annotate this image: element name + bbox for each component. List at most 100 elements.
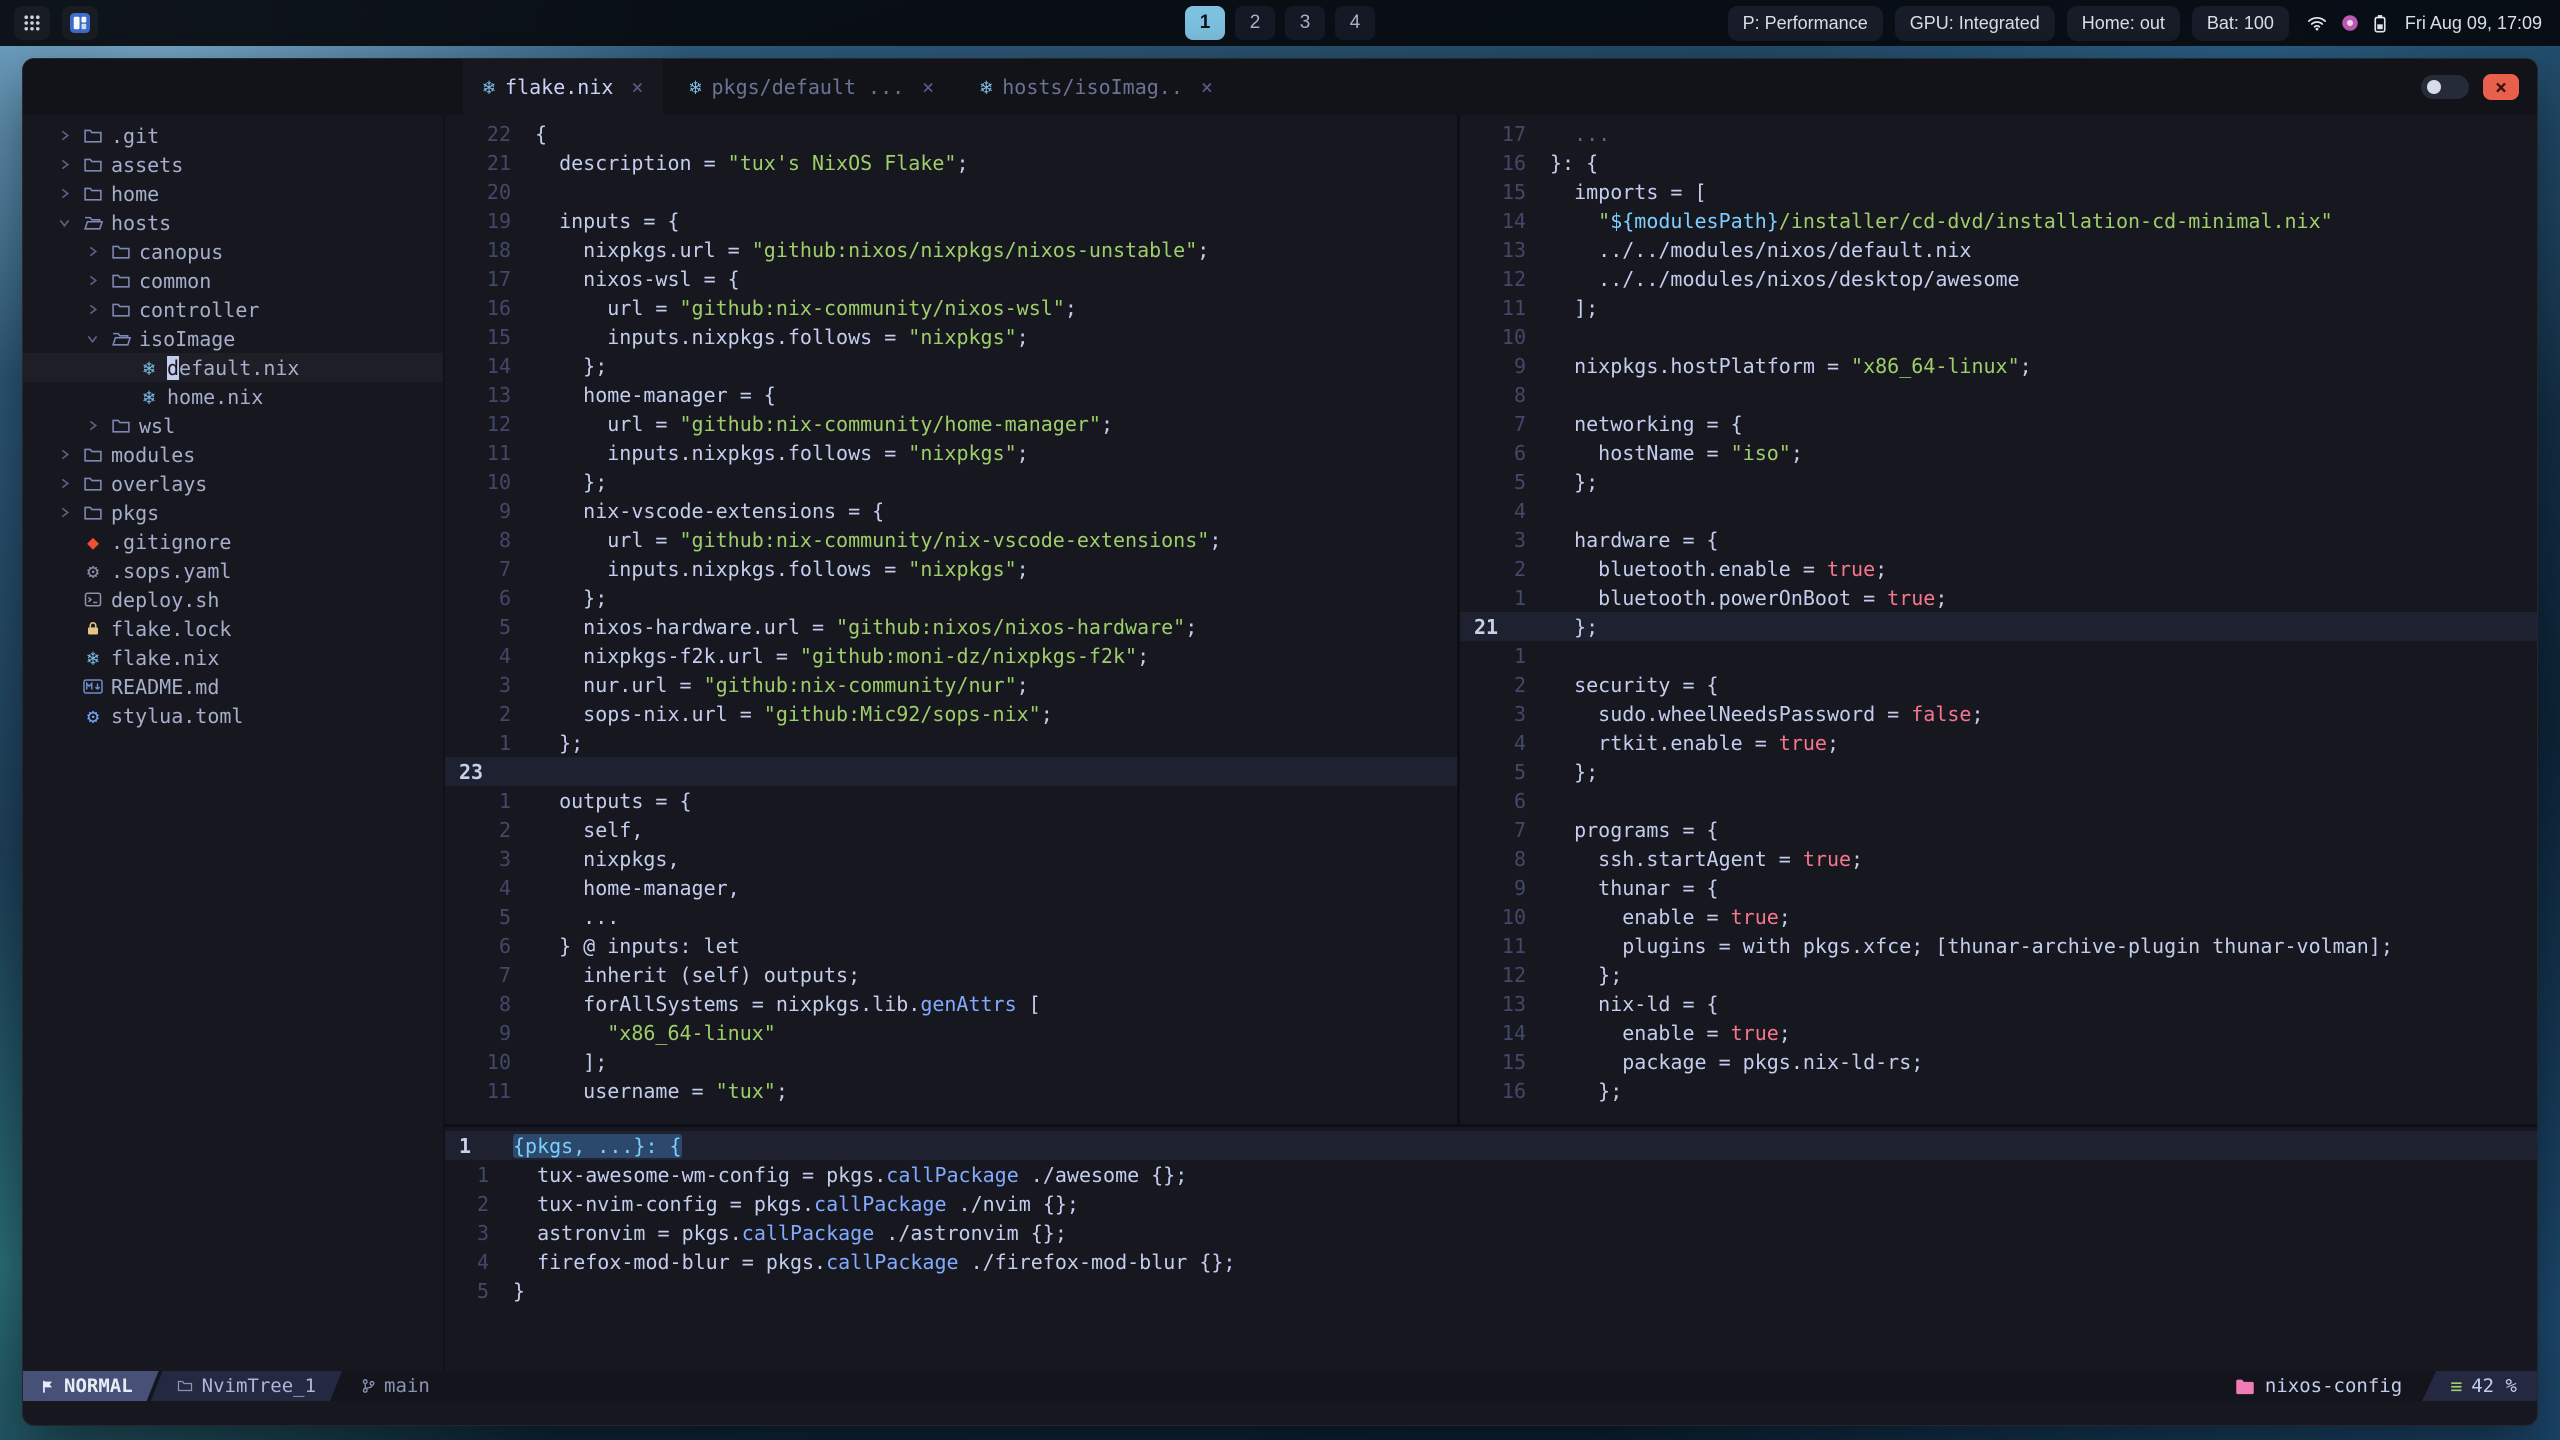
code-line[interactable]: 10 enable = true; (1460, 902, 2537, 931)
code-line[interactable]: 4 home-manager, (445, 873, 1457, 902)
code-line[interactable]: 5} (445, 1276, 2537, 1305)
code-line[interactable]: 2 bluetooth.enable = true; (1460, 554, 2537, 583)
tree-dir-common[interactable]: common (23, 266, 443, 295)
code-line[interactable]: 3 hardware = { (1460, 525, 2537, 554)
code-line[interactable]: 21 }; (1460, 612, 2537, 641)
tree-file-home.nix[interactable]: ❄ home.nix (23, 382, 443, 411)
code-line[interactable]: 2 sops-nix.url = "github:Mic92/sops-nix"… (445, 699, 1457, 728)
git-branch[interactable]: main (362, 1371, 430, 1401)
code-line[interactable]: 3 astronvim = pkgs.callPackage ./astronv… (445, 1218, 2537, 1247)
tree-file-default.nix[interactable]: ❄ default.nix (23, 353, 443, 382)
layout-indicator-button[interactable] (62, 6, 98, 40)
code-line[interactable]: 9 nix-vscode-extensions = { (445, 496, 1457, 525)
code-line[interactable]: 19 inputs = { (445, 206, 1457, 235)
code-line[interactable]: 6 (1460, 786, 2537, 815)
workspace-button-3[interactable]: 3 (1285, 6, 1325, 40)
code-line[interactable]: 4 (1460, 496, 2537, 525)
code-line[interactable]: 8 ssh.startAgent = true; (1460, 844, 2537, 873)
code-line[interactable]: 6 hostName = "iso"; (1460, 438, 2537, 467)
code-line[interactable]: 6 } @ inputs: let (445, 931, 1457, 960)
workspace-button-4[interactable]: 4 (1335, 6, 1375, 40)
tree-dir-.git[interactable]: .git (23, 121, 443, 150)
code-line[interactable]: 3 sudo.wheelNeedsPassword = false; (1460, 699, 2537, 728)
tree-dir-hosts[interactable]: hosts (23, 208, 443, 237)
code-line[interactable]: 22 { (445, 119, 1457, 148)
tree-file-flake.lock[interactable]: flake.lock (23, 614, 443, 643)
tab-pkgs-default-[interactable]: ❄ pkgs/default ... × (669, 59, 954, 115)
code-line[interactable]: 10 }; (445, 467, 1457, 496)
code-line[interactable]: 23 (445, 757, 1457, 786)
tree-file-.sops.yaml[interactable]: ⚙ .sops.yaml (23, 556, 443, 585)
code-line[interactable]: 1 }; (445, 728, 1457, 757)
code-line[interactable]: 4 nixpkgs-f2k.url = "github:moni-dz/nixp… (445, 641, 1457, 670)
code-line[interactable]: 8 (1460, 380, 2537, 409)
tree-dir-pkgs[interactable]: pkgs (23, 498, 443, 527)
code-line[interactable]: 9 nixpkgs.hostPlatform = "x86_64-linux"; (1460, 351, 2537, 380)
code-line[interactable]: 16 }; (1460, 1076, 2537, 1105)
code-line[interactable]: 9 thunar = { (1460, 873, 2537, 902)
tab-close-icon[interactable]: × (1201, 75, 1213, 99)
code-line[interactable]: 5 }; (1460, 467, 2537, 496)
code-line[interactable]: 7 networking = { (1460, 409, 2537, 438)
code-line[interactable]: 3 nur.url = "github:nix-community/nur"; (445, 670, 1457, 699)
code-line[interactable]: 16 url = "github:nix-community/nixos-wsl… (445, 293, 1457, 322)
code-line[interactable]: 1 tux-awesome-wm-config = pkgs.callPacka… (445, 1160, 2537, 1189)
code-line[interactable]: 20 (445, 177, 1457, 206)
workspace-button-2[interactable]: 2 (1235, 6, 1275, 40)
code-line[interactable]: 13 home-manager = { (445, 380, 1457, 409)
tree-dir-canopus[interactable]: canopus (23, 237, 443, 266)
code-line[interactable]: 13 nix-ld = { (1460, 989, 2537, 1018)
code-line[interactable]: 8 forAllSystems = nixpkgs.lib.genAttrs [ (445, 989, 1457, 1018)
code-line[interactable]: 2 security = { (1460, 670, 2537, 699)
tree-file-readme.md[interactable]: README.md (23, 672, 443, 701)
app-launcher-button[interactable] (14, 6, 50, 40)
tree-dir-controller[interactable]: controller (23, 295, 443, 324)
code-line[interactable]: 2 self, (445, 815, 1457, 844)
code-line[interactable]: 12 url = "github:nix-community/home-mana… (445, 409, 1457, 438)
wifi-icon[interactable] (2307, 15, 2327, 31)
code-line[interactable]: 1 bluetooth.powerOnBoot = true; (1460, 583, 2537, 612)
tree-file-.gitignore[interactable]: ◆ .gitignore (23, 527, 443, 556)
code-line[interactable]: 15 inputs.nixpkgs.follows = "nixpkgs"; (445, 322, 1457, 351)
tree-dir-home[interactable]: home (23, 179, 443, 208)
code-line[interactable]: 13 ../../modules/nixos/default.nix (1460, 235, 2537, 264)
code-line[interactable]: 2 tux-nvim-config = pkgs.callPackage ./n… (445, 1189, 2537, 1218)
tree-dir-modules[interactable]: modules (23, 440, 443, 469)
code-line[interactable]: 6 }; (445, 583, 1457, 612)
workspace-button-1[interactable]: 1 (1185, 6, 1225, 40)
tree-dir-wsl[interactable]: wsl (23, 411, 443, 440)
code-line[interactable]: 16}: { (1460, 148, 2537, 177)
code-line[interactable]: 7 programs = { (1460, 815, 2537, 844)
code-line[interactable]: 10 (1460, 322, 2537, 351)
tab-close-icon[interactable]: × (922, 75, 934, 99)
tree-dir-overlays[interactable]: overlays (23, 469, 443, 498)
code-line[interactable]: 1 (1460, 641, 2537, 670)
code-line[interactable]: 14 enable = true; (1460, 1018, 2537, 1047)
code-line[interactable]: 1 outputs = { (445, 786, 1457, 815)
pane-flake-nix[interactable]: 22{21 description = "tux's NixOS Flake";… (445, 115, 1457, 1124)
code-line[interactable]: 18 nixpkgs.url = "github:nixos/nixpkgs/n… (445, 235, 1457, 264)
code-line[interactable]: 10 ]; (445, 1047, 1457, 1076)
code-line[interactable]: 4 firefox-mod-blur = pkgs.callPackage ./… (445, 1247, 2537, 1276)
code-line[interactable]: 17 ... (1460, 119, 2537, 148)
code-line[interactable]: 7 inherit (self) outputs; (445, 960, 1457, 989)
code-line[interactable]: 15 package = pkgs.nix-ld-rs; (1460, 1047, 2537, 1076)
code-line[interactable]: 21 description = "tux's NixOS Flake"; (445, 148, 1457, 177)
window-close-button[interactable]: × (2483, 74, 2519, 100)
code-line[interactable]: 4 rtkit.enable = true; (1460, 728, 2537, 757)
code-line[interactable]: 12 }; (1460, 960, 2537, 989)
code-line[interactable]: 8 url = "github:nix-community/nix-vscode… (445, 525, 1457, 554)
code-line[interactable]: 7 inputs.nixpkgs.follows = "nixpkgs"; (445, 554, 1457, 583)
code-line[interactable]: 15 imports = [ (1460, 177, 2537, 206)
pane-iso-image[interactable]: 17 ... 16}: {15 imports = [14 "${modulesP… (1460, 115, 2537, 1124)
tree-file-stylua.toml[interactable]: ⚙ stylua.toml (23, 701, 443, 730)
code-line[interactable]: 9 "x86_64-linux" (445, 1018, 1457, 1047)
code-line[interactable]: 11 plugins = with pkgs.xfce; [thunar-arc… (1460, 931, 2537, 960)
code-line[interactable]: 5 ... (445, 902, 1457, 931)
code-line[interactable]: 3 nixpkgs, (445, 844, 1457, 873)
tab-flake-nix[interactable]: ❄ flake.nix × (463, 59, 664, 115)
tab-hosts-isoimag-[interactable]: ❄ hosts/isoImag.. × (960, 59, 1233, 115)
tree-dir-isoimage[interactable]: isoImage (23, 324, 443, 353)
tree-file-flake.nix[interactable]: ❄ flake.nix (23, 643, 443, 672)
code-line[interactable]: 11 username = "tux"; (445, 1076, 1457, 1105)
